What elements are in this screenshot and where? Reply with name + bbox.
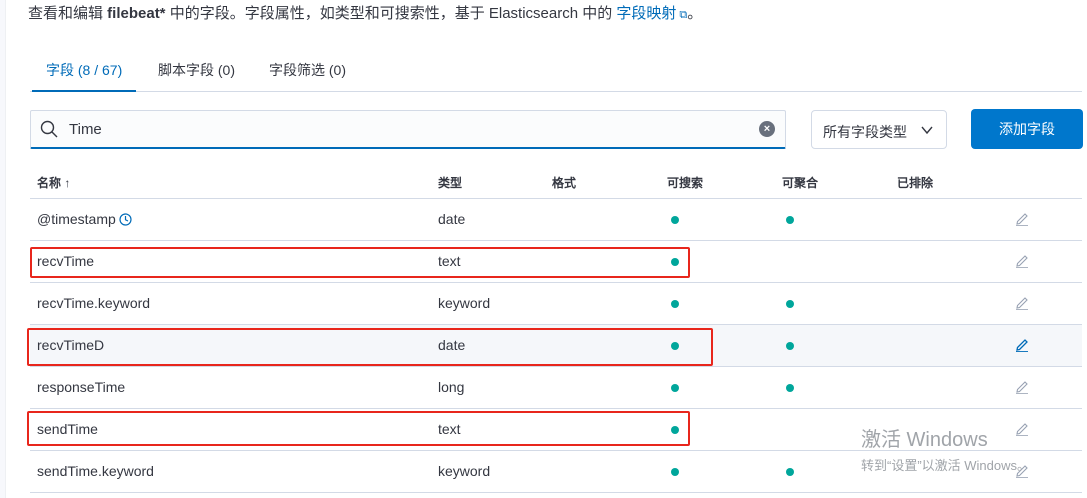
field-name: responseTime bbox=[37, 379, 126, 395]
watermark-title: 激活 Windows bbox=[861, 429, 988, 451]
clock-icon bbox=[119, 213, 132, 226]
windows-activation-watermark: 激活 Windows 转到“设置”以激活 Windows。 bbox=[861, 423, 1030, 474]
description-middle: 中的字段。字段属性，如类型和可搜索性，基于 Elasticsearch 中的 bbox=[165, 5, 617, 22]
field-mapping-link[interactable]: 字段映射 bbox=[616, 5, 676, 22]
search-input[interactable] bbox=[69, 117, 749, 141]
column-header-format[interactable]: 格式 bbox=[552, 174, 576, 191]
column-header-searchable[interactable]: 可搜索 bbox=[667, 174, 703, 191]
field-type: keyword bbox=[438, 295, 491, 311]
searchable-indicator bbox=[671, 216, 679, 224]
highlight-box bbox=[27, 411, 690, 446]
tab-bar: 字段 (8 / 67) 脚本字段 (0) 字段筛选 (0) bbox=[30, 52, 1082, 92]
table-header: 名称 ↑ 类型 格式 可搜索 可聚合 已排除 bbox=[30, 166, 1082, 199]
aggregatable-indicator bbox=[786, 468, 794, 476]
tab-fields[interactable]: 字段 (8 / 67) bbox=[32, 52, 137, 92]
field-name: recvTime.keyword bbox=[37, 295, 151, 311]
searchable-indicator bbox=[671, 300, 679, 308]
chevron-down-icon bbox=[921, 126, 933, 135]
field-type-select-label: 所有字段类型 bbox=[823, 124, 907, 140]
searchable-indicator bbox=[671, 384, 679, 392]
aggregatable-indicator bbox=[786, 342, 794, 350]
field-name: @timestamp bbox=[37, 211, 116, 227]
table-row: recvTime.keyword keyword bbox=[30, 283, 1082, 325]
field-type: long bbox=[438, 379, 465, 395]
table-row: responseTime long bbox=[30, 367, 1082, 409]
pencil-icon[interactable] bbox=[1014, 337, 1030, 353]
page-description: 查看和编辑 filebeat* 中的字段。字段属性，如类型和可搜索性，基于 El… bbox=[28, 2, 702, 23]
highlight-box bbox=[27, 328, 713, 366]
index-pattern-name: filebeat* bbox=[107, 5, 166, 22]
field-type: keyword bbox=[438, 463, 491, 479]
column-header-aggregatable[interactable]: 可聚合 bbox=[782, 174, 818, 191]
watermark-subtitle: 转到“设置”以激活 Windows。 bbox=[861, 458, 1031, 473]
field-type: date bbox=[438, 211, 466, 227]
field-name-cell: @timestamp bbox=[37, 211, 132, 227]
tab-field-filters[interactable]: 字段筛选 (0) bbox=[255, 52, 360, 92]
column-header-name[interactable]: 名称 ↑ bbox=[37, 174, 70, 191]
add-field-button[interactable]: 添加字段 bbox=[971, 109, 1083, 149]
column-header-type[interactable]: 类型 bbox=[438, 174, 462, 191]
field-name: sendTime.keyword bbox=[37, 463, 154, 479]
aggregatable-indicator bbox=[786, 384, 794, 392]
description-prefix: 查看和编辑 bbox=[28, 5, 108, 22]
pencil-icon[interactable] bbox=[1014, 295, 1030, 311]
column-header-excluded[interactable]: 已排除 bbox=[897, 174, 933, 191]
aggregatable-indicator bbox=[786, 300, 794, 308]
left-panel-edge bbox=[0, 0, 6, 498]
description-suffix: 。 bbox=[687, 5, 703, 22]
tab-scripted-fields[interactable]: 脚本字段 (0) bbox=[144, 52, 249, 92]
highlight-box bbox=[30, 247, 690, 278]
search-box: × bbox=[30, 110, 786, 149]
aggregatable-indicator bbox=[786, 216, 794, 224]
table-row: @timestamp date bbox=[30, 199, 1082, 241]
clear-search-icon[interactable]: × bbox=[759, 121, 775, 137]
searchable-indicator bbox=[671, 468, 679, 476]
pencil-icon[interactable] bbox=[1014, 253, 1030, 269]
pencil-icon[interactable] bbox=[1014, 211, 1030, 227]
search-icon bbox=[40, 120, 58, 138]
field-type-select[interactable]: 所有字段类型 bbox=[811, 110, 947, 149]
pencil-icon[interactable] bbox=[1014, 379, 1030, 395]
